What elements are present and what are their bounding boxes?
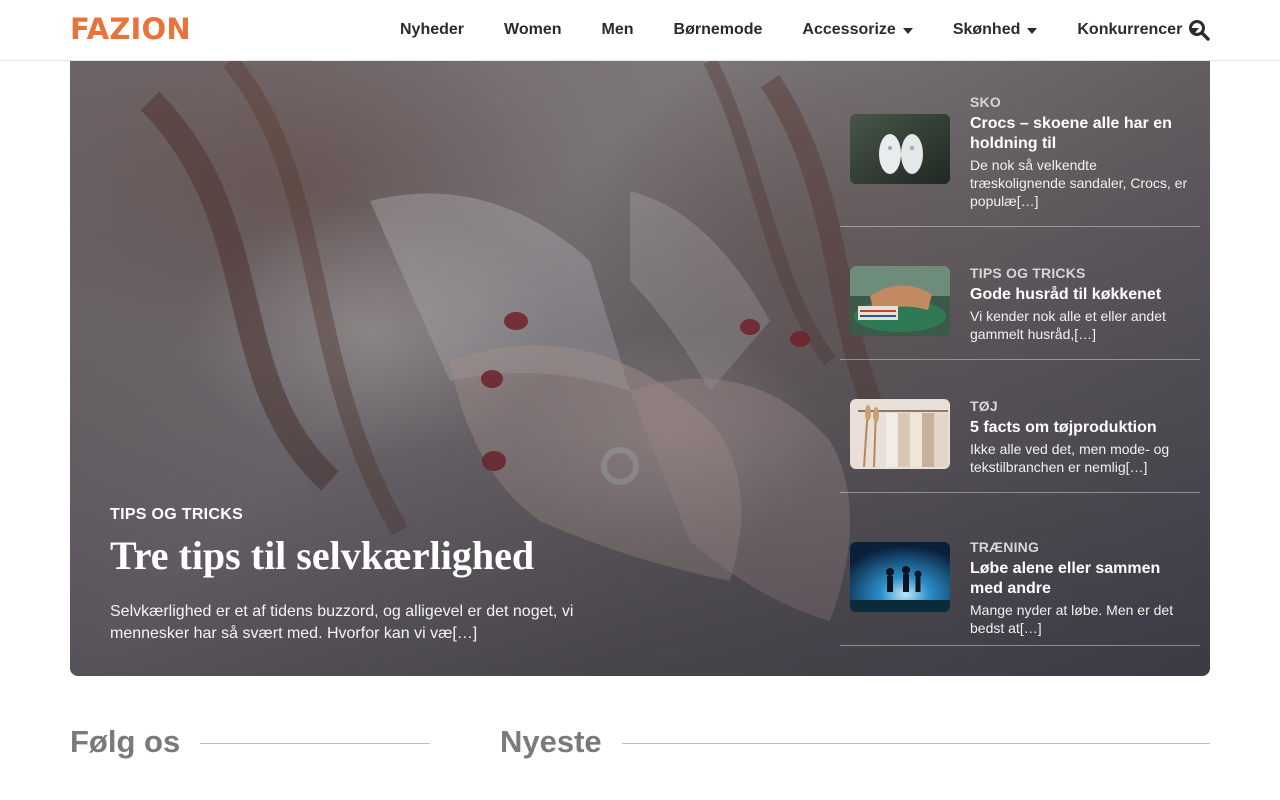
side-article-title[interactable]: Løbe alene eller sammen med andre <box>970 559 1192 599</box>
nav-item-label: Konkurrencer <box>1077 21 1183 38</box>
nav-item-accessorize[interactable]: Accessorize <box>782 0 932 60</box>
side-article-crocs[interactable]: SKO Crocs – skoene alle har en holdning … <box>840 61 1200 227</box>
side-article-text: TRÆNING Løbe alene eller sammen med andr… <box>970 538 1192 637</box>
side-article-toejproduktion[interactable]: TØJ 5 facts om tøjproduktion Ikke alle v… <box>840 360 1200 493</box>
crocs-shoes-image[interactable] <box>850 114 950 184</box>
divider <box>621 742 1210 744</box>
follow-us-heading: Følg os <box>70 724 181 759</box>
runners-image[interactable] <box>850 542 950 612</box>
nav-item-label: Nyheder <box>400 21 465 38</box>
side-article-excerpt: De nok så velkendte træskolignende sanda… <box>970 157 1188 209</box>
nav-item-skonhed[interactable]: Skønhed <box>933 0 1058 60</box>
side-article-title[interactable]: Gode husråd til køkkenet <box>970 285 1192 305</box>
newest-section-header: Nyeste <box>500 722 1210 762</box>
nav-item-label: Børnemode <box>673 21 763 38</box>
side-article-category[interactable]: TIPS OG TRICKS <box>970 264 1192 282</box>
side-article-loebe[interactable]: TRÆNING Løbe alene eller sammen med andr… <box>840 493 1200 646</box>
side-article-title[interactable]: Crocs – skoene alle har en holdning til <box>970 114 1192 154</box>
caret-down-icon <box>1027 28 1038 34</box>
nav-item-label: Men <box>601 21 634 38</box>
search-icon <box>1189 20 1210 41</box>
side-article-title[interactable]: 5 facts om tøjproduktion <box>970 418 1192 438</box>
site-header: FAZION Nyheder Women Men Børnemode Acces… <box>0 0 1280 61</box>
nav-item-men[interactable]: Men <box>582 0 654 60</box>
side-article-excerpt: Ikke alle ved det, men mode- og tekstilb… <box>970 441 1170 475</box>
side-article-category[interactable]: TØJ <box>970 397 1192 415</box>
site-logo[interactable]: FAZION <box>70 12 191 46</box>
side-article-husraad[interactable]: TIPS OG TRICKS Gode husråd til køkkenet … <box>840 227 1200 360</box>
side-article-excerpt: Mange nyder at løbe. Men er det bedst at… <box>970 602 1174 636</box>
side-article-category[interactable]: TRÆNING <box>970 538 1192 556</box>
side-article-text: TIPS OG TRICKS Gode husråd til køkkenet … <box>970 264 1192 343</box>
divider <box>200 742 430 744</box>
nav-item-bornemode[interactable]: Børnemode <box>654 0 783 60</box>
clothes-rack-image[interactable] <box>850 399 950 469</box>
hero-featured-article[interactable]: TIPS OG TRICKS Tre tips til selvkærlighe… <box>70 61 1210 676</box>
caret-down-icon <box>902 28 913 34</box>
side-article-text: TØJ 5 facts om tøjproduktion Ikke alle v… <box>970 397 1192 476</box>
kitchen-hands-image[interactable] <box>850 266 950 336</box>
nav-item-nyheder[interactable]: Nyheder <box>380 0 484 60</box>
hero-category[interactable]: TIPS OG TRICKS <box>110 506 243 524</box>
side-article-list: SKO Crocs – skoene alle har en holdning … <box>840 61 1200 676</box>
newest-heading: Nyeste <box>500 724 602 759</box>
nav-item-label: Skønhed <box>952 21 1021 38</box>
main-nav: Nyheder Women Men Børnemode Accessorize … <box>380 0 1219 60</box>
side-article-category[interactable]: SKO <box>970 93 1192 111</box>
search-button[interactable] <box>1188 19 1210 41</box>
follow-us-section-header: Følg os <box>70 722 430 762</box>
nav-item-label: Women <box>504 21 562 38</box>
hero-title[interactable]: Tre tips til selvkærlighed <box>110 531 710 581</box>
side-article-text: SKO Crocs – skoene alle har en holdning … <box>970 93 1192 210</box>
nav-item-women[interactable]: Women <box>484 0 581 60</box>
side-article-excerpt: Vi kender nok alle et eller andet gammel… <box>970 308 1166 342</box>
hero-excerpt: Selvkærlighed er et af tidens buzzord, o… <box>110 603 574 642</box>
nav-item-label: Accessorize <box>802 21 896 38</box>
